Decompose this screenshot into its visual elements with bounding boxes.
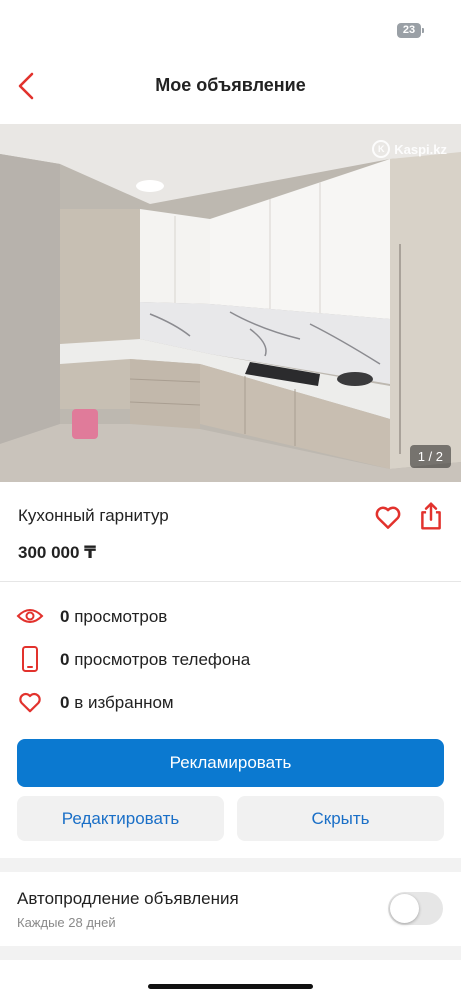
autorenew-section: Автопродление объявления Каждые 28 дней: [0, 872, 461, 946]
toggle-knob: [390, 894, 419, 923]
stat-label: просмотров: [74, 607, 168, 626]
stat-label: в избранном: [74, 693, 174, 712]
stat-text: 0 просмотров: [60, 607, 167, 627]
stat-phone-views: 0 просмотров телефона: [0, 644, 461, 674]
listing-price: 300 000 ₸: [18, 543, 97, 562]
kaspi-logo-icon: K: [372, 140, 391, 158]
listing-header: Кухонный гарнитур 300 000 ₸: [0, 490, 461, 582]
phone-icon: [16, 646, 44, 672]
section-divider: [0, 858, 461, 872]
eye-icon: [16, 603, 44, 629]
stat-count: 0: [60, 607, 70, 626]
page-title: Мое объявление: [155, 75, 306, 95]
autorenew-subtitle: Каждые 28 дней: [17, 915, 116, 930]
photo-counter: 1 / 2: [409, 445, 451, 468]
stat-text: 0 просмотров телефона: [60, 650, 250, 670]
listing-photo[interactable]: K Kaspi.kz 1 / 2: [0, 124, 461, 482]
watermark: K Kaspi.kz: [372, 140, 447, 158]
stat-count: 0: [60, 650, 70, 669]
nav-bar: Мое объявление: [0, 60, 461, 112]
stat-favorites: 0 в избранном: [0, 687, 461, 717]
share-button[interactable]: [416, 500, 446, 532]
autorenew-toggle[interactable]: [388, 892, 443, 925]
favorite-button[interactable]: [373, 502, 403, 532]
stat-label: просмотров телефона: [74, 650, 251, 669]
stat-views: 0 просмотров: [0, 601, 461, 631]
home-indicator[interactable]: [148, 984, 313, 989]
heart-icon: [375, 506, 401, 529]
section-divider: [0, 946, 461, 960]
status-bar: 23: [0, 0, 461, 56]
hide-button[interactable]: Скрыть: [237, 796, 444, 841]
kitchen-photo-image: [0, 124, 461, 482]
promote-button[interactable]: Рекламировать: [17, 739, 444, 787]
stat-count: 0: [60, 693, 70, 712]
heart-icon: [16, 689, 44, 715]
stat-text: 0 в избранном: [60, 693, 174, 713]
battery-icon: 23: [397, 23, 424, 38]
listing-title: Кухонный гарнитур: [18, 506, 169, 525]
autorenew-title: Автопродление объявления: [17, 889, 239, 908]
edit-button[interactable]: Редактировать: [17, 796, 224, 841]
share-icon: [421, 502, 441, 530]
watermark-text: Kaspi.kz: [394, 141, 447, 157]
